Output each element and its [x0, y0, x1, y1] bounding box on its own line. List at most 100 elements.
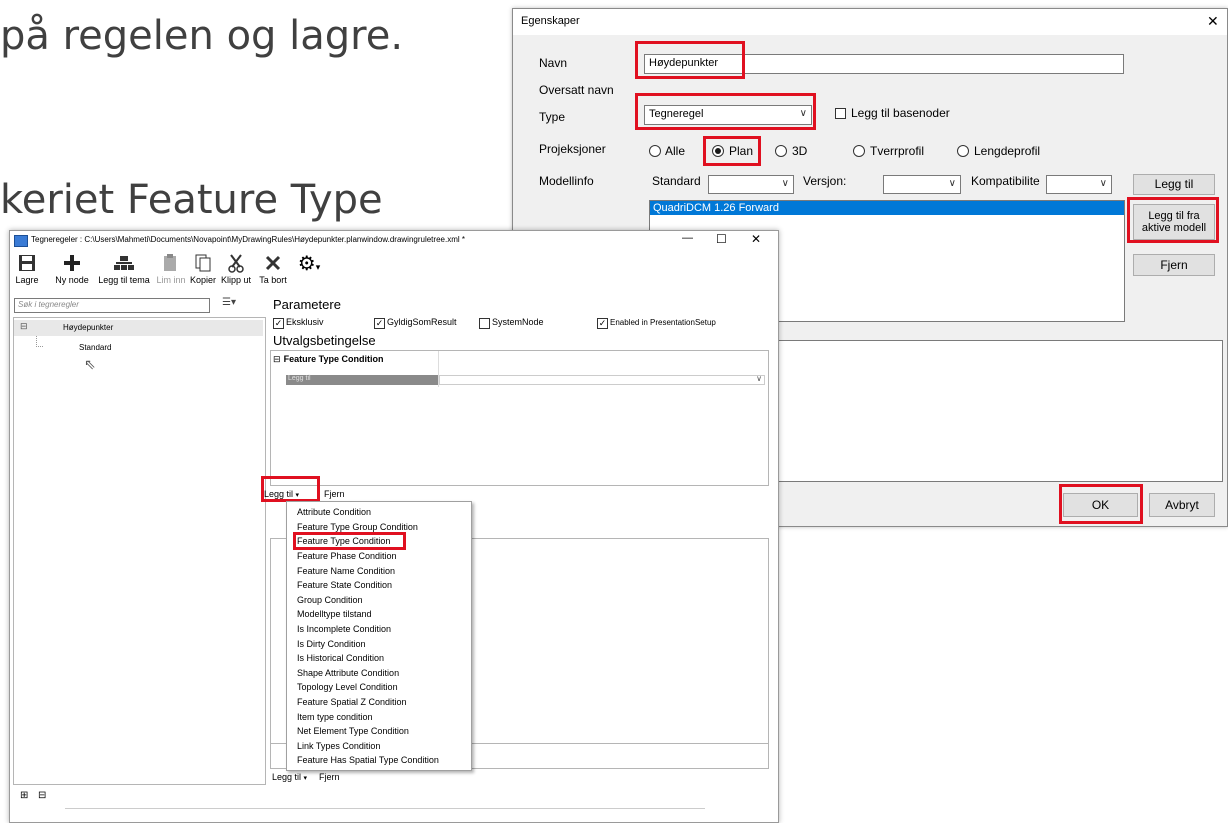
chevron-down-icon: ∨: [948, 178, 956, 189]
paste-icon: [164, 254, 176, 271]
radio-tverrprofil[interactable]: [853, 145, 865, 157]
model-list-item[interactable]: QuadriDCM 1.26 Forward: [650, 201, 1124, 215]
gyldig-label: GyldigSomResult: [387, 317, 457, 327]
collapse-all-icon[interactable]: ⊟: [38, 790, 46, 801]
basenoder-checkbox[interactable]: [835, 108, 846, 119]
legg-til-dropdown[interactable]: Legg til ▾: [264, 489, 299, 499]
menu-item[interactable]: Link Types Condition: [297, 741, 380, 751]
condition-grid: ⊟ Feature Type Condition Legg til ∨: [270, 350, 769, 486]
caret-down-icon: ▾: [303, 775, 308, 782]
dialog-titlebar: Egenskaper ✕: [513, 9, 1227, 35]
parametere-heading: Parametere: [273, 297, 341, 312]
radio-3d-label: 3D: [792, 144, 808, 158]
list-options-icon[interactable]: ☰▾: [222, 297, 236, 308]
legg-til-fra-aktive-modell-button[interactable]: Legg til fra aktive modell: [1133, 204, 1215, 240]
radio-lengdeprofil[interactable]: [957, 145, 969, 157]
menu-item[interactable]: Modelltype tilstand: [297, 609, 372, 619]
menu-item[interactable]: Is Dirty Condition: [297, 639, 366, 649]
ok-button[interactable]: OK: [1063, 493, 1138, 517]
eksklusiv-checkbox[interactable]: ✓: [273, 318, 284, 329]
description-area[interactable]: [771, 340, 1223, 482]
menu-item[interactable]: Feature Has Spatial Type Condition: [297, 755, 439, 765]
fjern-button[interactable]: Fjern: [1133, 254, 1215, 276]
radio-tverrprofil-label: Tverrprofil: [870, 144, 925, 158]
projeksjoner-label: Projeksjoner: [539, 142, 606, 156]
bottom-fjern-link[interactable]: Fjern: [319, 772, 340, 782]
menu-item-feature-type-condition[interactable]: Feature Type Condition: [297, 536, 390, 546]
legg-til-tema-button[interactable]: Legg til tema: [98, 253, 150, 285]
condition-value-combobox[interactable]: ∨: [439, 374, 765, 385]
condition-header-row[interactable]: ⊟ Feature Type Condition: [273, 353, 437, 367]
condition-row[interactable]: Legg til: [286, 375, 438, 385]
drawing-rules-window: Tegneregeler : C:\Users\Mahmeti\Document…: [9, 230, 779, 823]
ta-bort-button[interactable]: Ta bort: [258, 253, 288, 285]
kopier-label: Kopier: [189, 275, 216, 285]
menu-item[interactable]: Feature Phase Condition: [297, 551, 397, 561]
tree-child-label[interactable]: Standard: [79, 343, 111, 352]
menu-item[interactable]: Item type condition: [297, 712, 373, 722]
menu-item[interactable]: Attribute Condition: [297, 507, 371, 517]
collapse-icon[interactable]: ⊟: [20, 321, 28, 332]
ny-node-button[interactable]: Ny node: [50, 253, 94, 285]
ny-node-label: Ny node: [55, 275, 89, 285]
kompatibilitet-label: Kompatibilite: [971, 174, 1040, 188]
search-input[interactable]: Søk i tegneregler: [14, 298, 210, 313]
settings-button[interactable]: ⚙▾: [292, 251, 326, 276]
menu-item[interactable]: Feature Spatial Z Condition: [297, 697, 407, 707]
menu-item[interactable]: Group Condition: [297, 595, 363, 605]
status-divider: [65, 808, 705, 809]
tree-connector: [36, 336, 43, 347]
utvalg-heading: Utvalgsbetingelse: [273, 333, 376, 348]
radio-plan[interactable]: [712, 145, 724, 157]
enabled-checkbox[interactable]: ✓: [597, 318, 608, 329]
menu-item[interactable]: Topology Level Condition: [297, 682, 398, 692]
menu-item[interactable]: Shape Attribute Condition: [297, 668, 399, 678]
gyldig-checkbox[interactable]: ✓: [374, 318, 385, 329]
versjon-combobox[interactable]: ∨: [883, 175, 961, 194]
delete-icon: [265, 255, 281, 271]
gear-icon: ⚙: [297, 253, 316, 275]
bottom-legg-til-label: Legg til: [272, 772, 302, 782]
menu-item[interactable]: Net Element Type Condition: [297, 726, 409, 736]
add-condition-menu: Attribute Condition Feature Type Group C…: [286, 501, 472, 771]
radio-alle[interactable]: [649, 145, 661, 157]
systemnode-checkbox[interactable]: [479, 318, 490, 329]
save-icon: [19, 255, 35, 271]
menu-item[interactable]: Feature Name Condition: [297, 566, 395, 576]
legg-til-button[interactable]: Legg til: [1133, 174, 1215, 195]
menu-item[interactable]: Feature State Condition: [297, 580, 392, 590]
type-combobox[interactable]: Tegneregel ∨: [644, 105, 812, 125]
kopier-button[interactable]: Kopier: [188, 253, 218, 285]
navn-field[interactable]: Høydepunkter: [644, 54, 1124, 74]
close-icon[interactable]: ✕: [1207, 13, 1219, 30]
tree-root-row[interactable]: ⊟ Høydepunkter: [14, 320, 263, 336]
chevron-down-icon: ∨: [799, 108, 807, 119]
radio-3d[interactable]: [775, 145, 787, 157]
klipp-ut-button[interactable]: Klipp ut: [219, 253, 253, 285]
standard-label: Standard: [652, 174, 701, 188]
lim-inn-button[interactable]: Lim inn: [156, 253, 186, 285]
fjern-link[interactable]: Fjern: [324, 489, 345, 499]
menu-item[interactable]: Is Historical Condition: [297, 653, 384, 663]
type-label: Type: [539, 110, 566, 124]
radio-lengdeprofil-label: Lengdeprofil: [974, 144, 1041, 158]
avbryt-button[interactable]: Avbryt: [1149, 493, 1215, 517]
chevron-down-icon: ∨: [756, 374, 762, 383]
bottom-legg-til[interactable]: Legg til ▾: [272, 772, 307, 782]
close-icon[interactable]: ✕: [751, 232, 761, 246]
condition-collapse-icon[interactable]: ⊟: [273, 354, 281, 364]
standard-combobox[interactable]: ∨: [708, 175, 794, 194]
hierarchy-icon: [114, 256, 134, 270]
scissors-icon: [228, 254, 244, 273]
systemnode-label: SystemNode: [492, 317, 544, 327]
menu-item[interactable]: Is Incomplete Condition: [297, 624, 391, 634]
save-button[interactable]: Lagre: [13, 253, 41, 285]
expand-all-icon[interactable]: ⊞: [20, 790, 28, 801]
minimize-icon[interactable]: —: [682, 232, 693, 244]
condition-header: Feature Type Condition: [283, 354, 384, 364]
app-icon: [14, 235, 28, 247]
maximize-icon[interactable]: ☐: [716, 232, 727, 246]
radio-alle-label: Alle: [665, 144, 686, 158]
kompatibilitet-combobox[interactable]: ∨: [1046, 175, 1112, 194]
menu-item[interactable]: Feature Type Group Condition: [297, 522, 418, 532]
